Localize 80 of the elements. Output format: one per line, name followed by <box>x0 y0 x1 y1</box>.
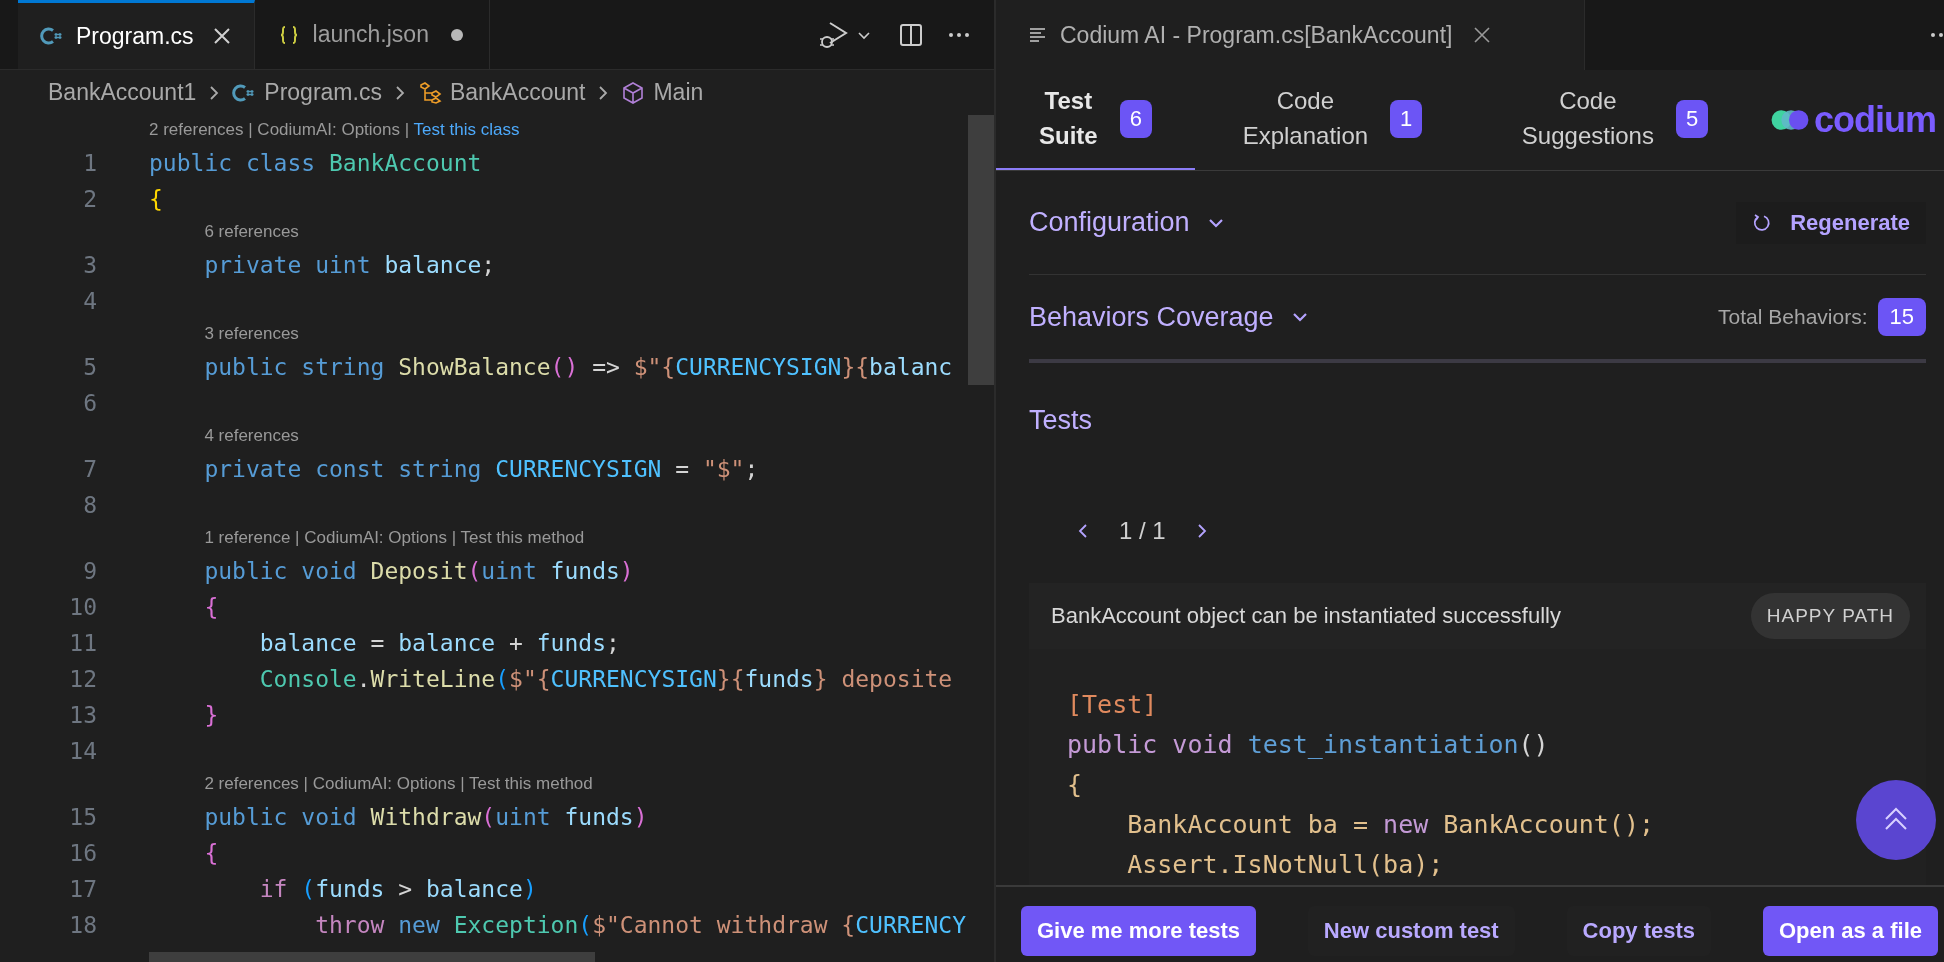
code-line: Assert.IsNotNull(ba); <box>1126 849 1444 881</box>
close-icon[interactable] <box>1472 25 1493 45</box>
code-line: BankAccount ba = new BankAccount(); <box>1126 809 1654 841</box>
scrollbar-thumb[interactable] <box>149 952 595 962</box>
code-lens: 2 references | CodiumAI: Options | Test this class <box>149 120 520 140</box>
breadcrumb[interactable]: Program.cs <box>264 79 382 106</box>
class-icon <box>417 80 442 105</box>
code-line: private const string CURRENCYSIGN = "$"; <box>203 456 759 482</box>
breadcrumb[interactable]: Main <box>653 79 704 106</box>
tag: HAPPY PATH <box>1750 593 1910 639</box>
editor-tab[interactable]: launch.json <box>254 0 490 69</box>
line-number: 8 <box>83 492 97 518</box>
code-line: throw new Exception($"Cannot withdraw {CURRENCY <box>314 912 966 938</box>
code-lens: 6 references <box>204 222 299 242</box>
split-editor-icon[interactable] <box>898 21 924 48</box>
line-number: 14 <box>69 738 97 764</box>
count-badge: 15 <box>1877 297 1926 337</box>
breadcrumb[interactable]: BankAccount <box>449 79 586 106</box>
code-line: } <box>203 702 219 728</box>
panel-tab[interactable]: Code Suggestions 5 <box>1470 70 1760 170</box>
list-icon <box>1028 25 1048 45</box>
cube-icon <box>621 80 646 105</box>
panel-tab[interactable]: Code Explanation 1 <box>1195 70 1470 170</box>
line-number: 17 <box>69 876 97 902</box>
line-number: 10 <box>69 594 97 620</box>
test-description: BankAccount object can be instantiated successfully <box>1051 603 1561 629</box>
line-number: 7 <box>83 456 97 482</box>
line-number: 13 <box>69 702 97 728</box>
code-line: { <box>203 840 219 866</box>
line-number: 9 <box>83 558 97 584</box>
code-line: public string ShowBalance() => $"{CURRENCYSIGN}{balanc <box>203 354 953 380</box>
count-badge: 1 <box>1390 99 1423 139</box>
line-number: 3 <box>83 252 97 278</box>
line-number: 1 <box>83 150 97 176</box>
code-line: public class BankAccount <box>149 150 482 176</box>
code-lens: 2 references | CodiumAI: Options | Test this method <box>204 774 593 794</box>
code-line: Console.WriteLine($"{CURRENCYSIGN}{funds} deposite <box>258 666 953 692</box>
code-line: { <box>203 594 219 620</box>
code-line: balance = balance + funds; <box>258 630 620 656</box>
code-line: { <box>1067 769 1083 801</box>
panel-tab[interactable]: Test Suite 6 <box>996 70 1195 170</box>
code-lens-link[interactable]: Test this method <box>468 774 593 793</box>
section-toggle[interactable]: Behaviors Coverage <box>1029 301 1310 333</box>
code-line: public void test_instantiation() <box>1067 729 1549 761</box>
code-line: { <box>149 186 163 212</box>
line-number: 16 <box>69 840 97 866</box>
code-lens: 1 reference | CodiumAI: Options | Test this method <box>204 528 585 548</box>
code-line: if (funds > balance) <box>258 876 537 902</box>
panel-tab[interactable]: Codium AI - Program.cs[BankAccount] <box>996 0 1585 70</box>
editor-tab[interactable]: Program.cs <box>18 0 255 69</box>
code-lens: 4 references <box>204 426 299 446</box>
logo-icon <box>1770 107 1810 133</box>
code-line: public void Withdraw(uint funds) <box>203 804 648 830</box>
line-number: 12 <box>69 666 97 692</box>
line-number: 15 <box>69 804 97 830</box>
line-number: 5 <box>83 354 97 380</box>
breadcrumb[interactable]: BankAccount1 <box>48 79 197 106</box>
close-icon[interactable] <box>211 26 232 46</box>
line-number: 2 <box>83 186 97 212</box>
code-lens-link[interactable]: Test this class <box>413 120 520 139</box>
action-button[interactable]: Give me more tests <box>1021 906 1256 956</box>
code-line: public void Deposit(uint funds) <box>203 558 634 584</box>
count-badge: 6 <box>1119 99 1152 139</box>
line-number: 11 <box>69 630 97 656</box>
section-heading: Tests <box>1029 404 1094 437</box>
refresh-icon <box>1752 212 1773 233</box>
scrollbar-thumb[interactable] <box>968 115 994 385</box>
total-label: Total Behaviors: <box>1718 305 1868 329</box>
logo-text: codium <box>1814 99 1936 141</box>
code-line: private uint balance; <box>203 252 496 278</box>
line-number: 18 <box>69 912 97 938</box>
section-toggle[interactable]: Configuration <box>1029 207 1226 238</box>
code-lens: 3 references <box>204 324 299 344</box>
line-number: 6 <box>83 390 97 416</box>
count-badge: 5 <box>1675 99 1709 139</box>
code-lens-link[interactable]: Test this method <box>460 528 585 547</box>
page-indicator: 1 / 1 <box>1119 517 1166 545</box>
line-number: 4 <box>83 288 97 314</box>
action-button[interactable]: Open as a file <box>1762 906 1938 956</box>
code-line: [Test] <box>1067 689 1158 721</box>
